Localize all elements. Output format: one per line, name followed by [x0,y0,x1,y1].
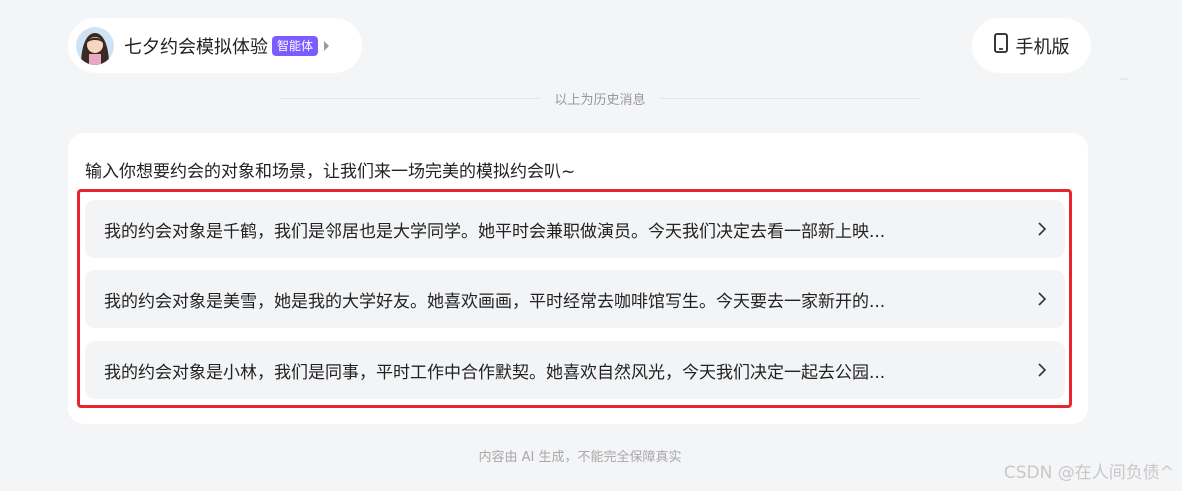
suggestion-text: 我的约会对象是美雪，她是我的大学好友。她喜欢画画，平时经常去咖啡馆写生。今天要去… [104,291,886,312]
suggestion-item[interactable]: 我的约会对象是美雪，她是我的大学好友。她喜欢画画，平时经常去咖啡馆写生。今天要去… [85,270,1065,328]
ai-disclaimer: 内容由 AI 生成，不能完全保障真实 [478,450,682,465]
divider-line-left [280,97,541,99]
bot-name: 七夕约会模拟体验 [124,36,268,58]
chevron-right-icon [1038,292,1047,306]
watermark: CSDN @在人间负债^ [1003,463,1174,483]
agent-badge: 智能体 [272,35,319,56]
chevron-right-icon [324,40,330,51]
mobile-version-button[interactable]: 手机版 [972,18,1091,73]
bot-header[interactable]: 七夕约会模拟体验 智能体 [68,18,362,73]
scroll-indicator [1120,78,1128,80]
suggestion-text: 我的约会对象是小林，我们是同事，平时工作中合作默契。她喜欢自然风光，今天我们决定… [104,362,886,383]
suggestion-item[interactable]: 我的约会对象是小林，我们是同事，平时工作中合作默契。她喜欢自然风光，今天我们决定… [85,341,1065,399]
avatar [76,26,114,65]
history-divider-text: 以上为历史消息 [554,92,646,108]
phone-icon [993,33,1016,58]
mobile-version-label: 手机版 [1015,36,1070,58]
chevron-right-icon [1038,222,1047,236]
divider-line-right [659,97,921,99]
chevron-right-icon [1038,363,1047,377]
prompt-text: 输入你想要约会的对象和场景，让我们来一场完美的模拟约会叭~ [85,162,576,182]
suggestion-text: 我的约会对象是千鹤，我们是邻居也是大学同学。她平时会兼职做演员。今天我们决定去看… [104,221,886,242]
suggestion-card: 输入你想要约会的对象和场景，让我们来一场完美的模拟约会叭~ 我的约会对象是千鹤，… [68,133,1088,424]
suggestion-item[interactable]: 我的约会对象是千鹤，我们是邻居也是大学同学。她平时会兼职做演员。今天我们决定去看… [85,200,1065,258]
history-divider: 以上为历史消息 [280,89,921,108]
